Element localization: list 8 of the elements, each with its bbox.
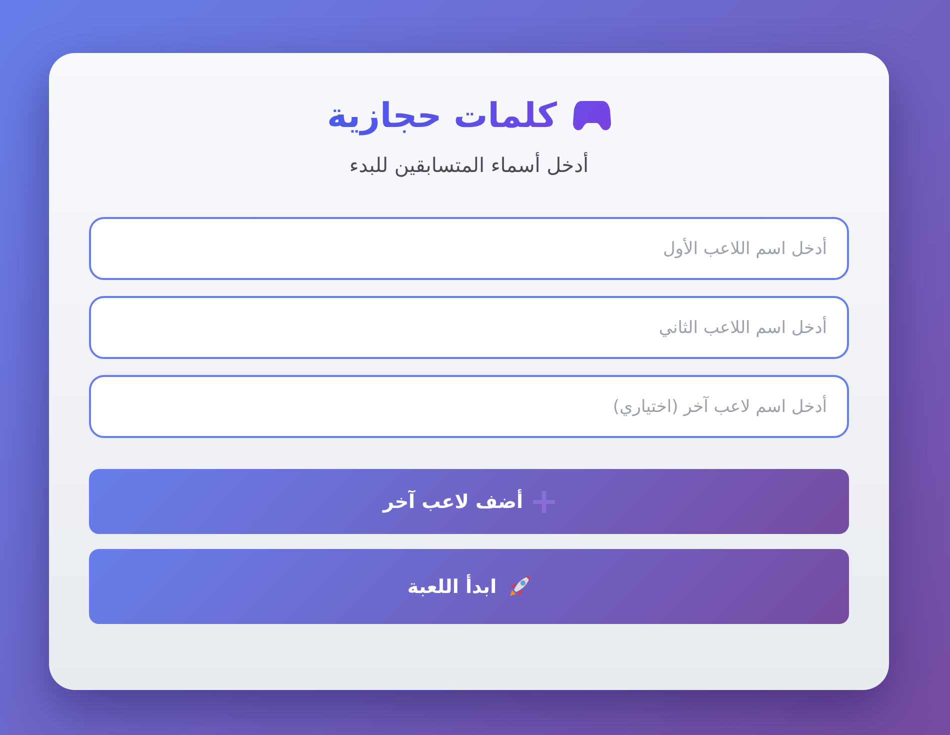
player-name-field[interactable]: أدخل اسم اللاعب الثاني: [89, 296, 849, 359]
start-game-button[interactable]: ابدأ اللعبة: [89, 549, 849, 624]
add-player-button[interactable]: أضف لاعب آخر: [89, 469, 849, 534]
player-name-field[interactable]: أدخل اسم لاعب آخر (اختياري): [89, 375, 849, 438]
subtitle: أدخل أسماء المتسابقين للبدء: [349, 151, 589, 179]
gamepad-icon: [572, 101, 611, 131]
plus-icon: [533, 490, 555, 512]
player-name-field[interactable]: أدخل اسم اللاعب الأول: [89, 217, 849, 280]
